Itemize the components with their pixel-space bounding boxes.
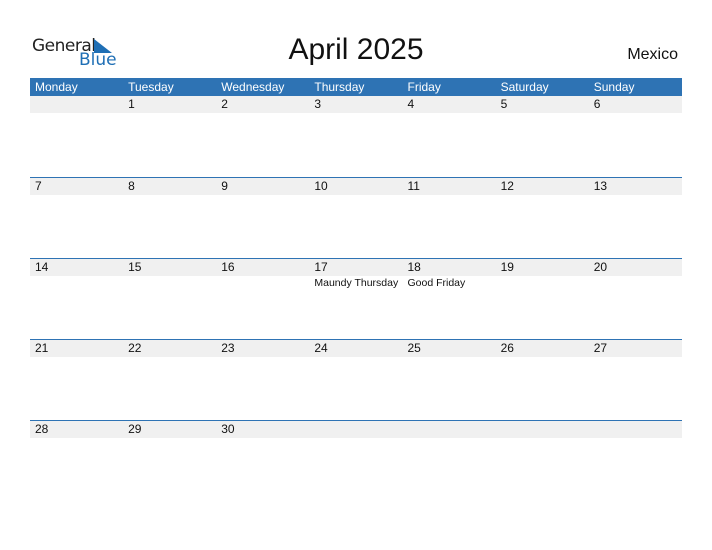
day-cell: 20: [593, 260, 608, 274]
day-cell: 24: [314, 341, 328, 355]
day-cell: 2: [221, 97, 228, 111]
day-cell: 26: [500, 341, 514, 355]
weekday-thursday: Thursday: [314, 80, 365, 94]
day-cell: [30, 96, 123, 113]
day-number: 17: [314, 260, 328, 274]
weekday-wednesday: Wednesday: [221, 80, 285, 94]
day-cell: [496, 421, 589, 438]
day-cell: 1: [128, 97, 135, 111]
day-cell: [403, 421, 496, 438]
day-cell: 23: [221, 341, 235, 355]
day-cell: 12: [500, 179, 514, 193]
week-row-2: 7 8 9 10 11 12 13: [30, 177, 682, 258]
day-cell: 27: [593, 341, 608, 355]
week-row-1: 1 2 3 4 5 6: [30, 96, 682, 176]
calendar-title: April 2025: [288, 33, 424, 66]
weekday-tuesday: Tuesday: [128, 80, 174, 94]
day-cell: 28: [35, 422, 49, 436]
weekday-friday: Friday: [407, 80, 441, 94]
day-cell-holiday: 17 Maundy Thursday: [309, 259, 402, 289]
holiday-maundy-thursday: Maundy Thursday: [314, 277, 399, 289]
day-cell: 16: [221, 260, 235, 274]
day-cell: 6: [593, 97, 601, 111]
country-label: Mexico: [627, 46, 678, 63]
day-cell: 21: [35, 341, 49, 355]
day-cell: 14: [35, 260, 49, 274]
day-cell: 25: [407, 341, 421, 355]
week-row-3: 14 15 16 17 Maundy Thursday 18 Good Friday…: [30, 258, 682, 339]
day-cell: [309, 421, 402, 438]
day-cell: 4: [407, 97, 415, 111]
day-cell: 13: [593, 179, 608, 193]
weekday-monday: Monday: [35, 80, 78, 94]
day-cell: [589, 421, 682, 438]
day-cell: 8: [128, 179, 135, 193]
week-row-4: 21 22 23 24 25 26 27: [30, 339, 682, 420]
day-cell: 30: [221, 422, 235, 436]
day-cell: 7: [35, 179, 42, 193]
weekday-header: Monday Tuesday Wednesday Thursday Friday…: [30, 78, 682, 96]
day-cell: 3: [314, 97, 322, 111]
holiday-good-friday: Good Friday: [407, 277, 466, 289]
day-cell: 5: [500, 97, 508, 111]
weekday-saturday: Saturday: [500, 80, 549, 94]
day-cell: 9: [221, 179, 228, 193]
week-row-5: 28 29 30: [30, 420, 682, 501]
day-cell: 11: [407, 179, 420, 193]
weekday-sunday: Sunday: [593, 80, 635, 94]
day-cell: 19: [500, 260, 514, 274]
day-cell: 15: [128, 260, 142, 274]
day-cell: 29: [128, 422, 142, 436]
day-cell: 10: [314, 179, 328, 193]
day-number: 18: [407, 260, 421, 274]
day-cell-holiday: 18 Good Friday: [403, 259, 496, 289]
day-cell: 22: [128, 341, 142, 355]
